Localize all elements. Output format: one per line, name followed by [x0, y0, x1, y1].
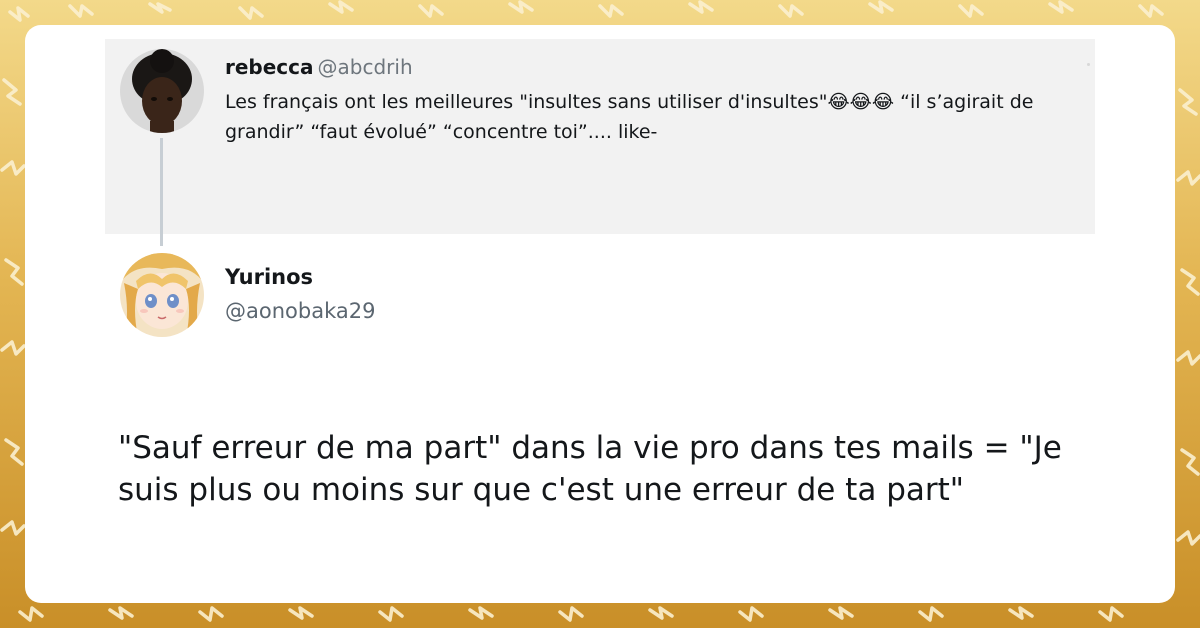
- reply-tweet-text: "Sauf erreur de ma part" dans la vie pro…: [118, 430, 1062, 508]
- quoted-author-handle[interactable]: @abcdrih: [318, 55, 413, 79]
- profile-photo-icon: [120, 49, 204, 133]
- menu-dot: [1087, 63, 1090, 66]
- quoted-tweet-header: rebecca @abcdrih: [225, 55, 413, 79]
- anime-character-avatar-icon: [120, 253, 204, 337]
- quoted-tweet-text: Les français ont les meilleures "insulte…: [225, 91, 1034, 143]
- tweet-card: rebecca @abcdrih Les français ont les mei…: [25, 25, 1175, 603]
- thread-connector-line: [160, 138, 163, 246]
- quoted-tweet-avatar[interactable]: [120, 49, 204, 133]
- reply-author-handle[interactable]: @aonobaka29: [225, 299, 375, 323]
- quoted-author-name[interactable]: rebecca: [225, 55, 314, 79]
- reply-author-name[interactable]: Yurinos: [225, 265, 313, 289]
- reply-tweet-avatar[interactable]: [120, 253, 204, 337]
